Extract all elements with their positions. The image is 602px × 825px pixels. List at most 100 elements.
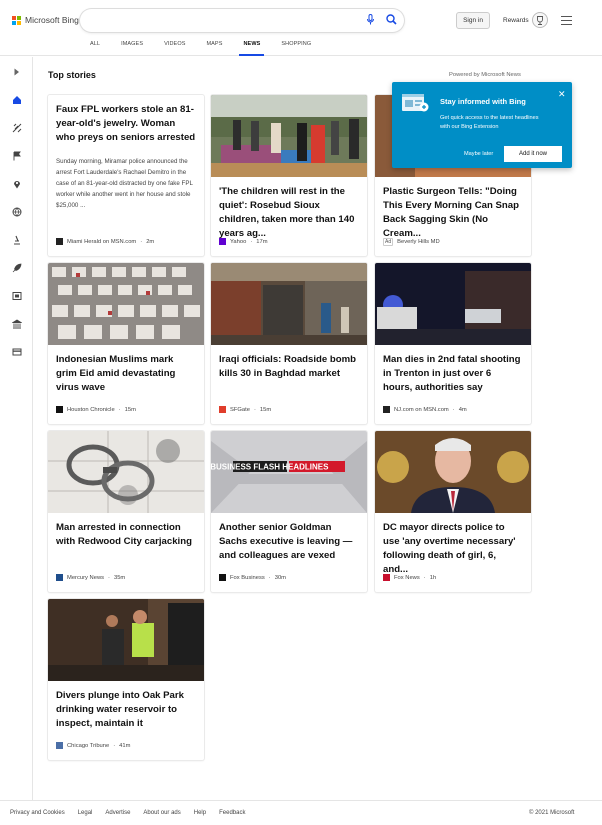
- card-source: Fox News · 1h: [383, 574, 436, 581]
- search-icon[interactable]: [386, 14, 397, 25]
- footer-link-advertise[interactable]: Advertise: [105, 810, 130, 816]
- time-ago: 35m: [113, 574, 126, 581]
- menu-icon[interactable]: [561, 16, 572, 28]
- tab-shopping[interactable]: SHOPPING: [281, 39, 311, 56]
- add-extension-button[interactable]: Add it now: [504, 146, 562, 162]
- card-image[interactable]: [375, 263, 531, 345]
- news-card[interactable]: DC mayor directs police to use 'any over…: [375, 431, 531, 592]
- tab-images[interactable]: IMAGES: [121, 39, 143, 56]
- microphone-icon[interactable]: [366, 14, 375, 25]
- time-ago: 2m: [146, 238, 155, 245]
- search-input[interactable]: [90, 13, 360, 28]
- header: Microsoft Bing Sign in Rewards ALL IMAGE…: [0, 0, 602, 56]
- tab-news[interactable]: NEWS: [239, 39, 265, 56]
- bing-extension-popup: Stay informed with Bing Get quick access…: [392, 82, 572, 168]
- chevron-right-icon[interactable]: [10, 65, 23, 78]
- close-icon[interactable]: ✕: [558, 89, 566, 100]
- category-sidebar: [0, 57, 33, 800]
- card-image[interactable]: [211, 95, 367, 177]
- source-name: Fox Business: [230, 574, 265, 581]
- source-name: Beverly Hills MD: [397, 239, 440, 245]
- source-name: Houston Chronicle: [67, 406, 115, 413]
- card-source: Yahoo · 17m: [219, 238, 268, 245]
- source-name: Yahoo: [230, 238, 247, 245]
- card-headline[interactable]: Indonesian Muslims mark grim Eid amid de…: [56, 353, 196, 395]
- film-icon[interactable]: [10, 289, 23, 302]
- card-image[interactable]: FOX BUSINESS FLASH HEADLINES: [211, 431, 367, 513]
- popup-description: Get quick access to the latest headlines…: [440, 115, 539, 130]
- footer-links: Privacy and Cookies Legal Advertise Abou…: [10, 810, 245, 816]
- time-ago: 41m: [119, 742, 131, 749]
- news-card[interactable]: Divers plunge into Oak Park drinking wat…: [48, 599, 204, 760]
- flag-icon[interactable]: [10, 149, 23, 162]
- browser-extension-illustration-icon: [402, 94, 429, 112]
- footer-link-privacy[interactable]: Privacy and Cookies: [10, 810, 65, 816]
- rewards-label[interactable]: Rewards: [503, 17, 529, 24]
- home-icon[interactable]: [10, 93, 23, 106]
- footer-link-help[interactable]: Help: [194, 810, 206, 816]
- card-image[interactable]: [48, 263, 204, 345]
- microscope-icon[interactable]: [10, 233, 23, 246]
- source-name: Fox News: [394, 574, 420, 581]
- news-card[interactable]: Indonesian Muslims mark grim Eid amid de…: [48, 263, 204, 424]
- ad-badge: Ad: [383, 238, 394, 246]
- globe-icon[interactable]: [10, 205, 23, 218]
- satellite-icon[interactable]: [10, 121, 23, 134]
- card-headline[interactable]: Man dies in 2nd fatal shooting in Trento…: [383, 353, 523, 395]
- microsoft-logo-icon: [12, 15, 21, 25]
- card-source: Ad Beverly Hills MD: [383, 238, 440, 246]
- search-tabs: ALL IMAGES VIDEOS MAPS NEWS SHOPPING: [80, 39, 332, 56]
- card-headline[interactable]: DC mayor directs police to use 'any over…: [383, 521, 523, 577]
- source-name: NJ.com on MSN.com: [394, 406, 449, 413]
- image-caption-brand: FOX BUSINESS FLASH HEADLINES: [211, 463, 329, 472]
- news-card[interactable]: Iraqi officials: Roadside bomb kills 30 …: [211, 263, 367, 424]
- news-card[interactable]: Man dies in 2nd fatal shooting in Trento…: [375, 263, 531, 424]
- source-name: Mercury News: [67, 574, 105, 581]
- card-headline[interactable]: Man arrested in connection with Redwood …: [56, 521, 196, 549]
- card-source: SFGate · 15m: [219, 406, 271, 413]
- rewards-trophy-icon[interactable]: [532, 12, 548, 28]
- card-source: NJ.com on MSN.com · 4m: [383, 406, 467, 413]
- rocket-icon[interactable]: [10, 261, 23, 274]
- footer-link-about-ads[interactable]: About our ads: [143, 810, 180, 816]
- source-logo-icon: [219, 574, 226, 581]
- card-headline[interactable]: 'The children will rest in the quiet': R…: [219, 185, 359, 241]
- card-headline[interactable]: Divers plunge into Oak Park drinking wat…: [56, 689, 196, 731]
- news-card[interactable]: 'The children will rest in the quiet': R…: [211, 95, 367, 256]
- credit-card-icon[interactable]: [10, 345, 23, 358]
- source-logo-icon: [56, 742, 63, 749]
- time-ago: 15m: [124, 406, 136, 413]
- sign-in-button[interactable]: Sign in: [456, 12, 490, 29]
- time-ago: 4m: [458, 406, 467, 413]
- card-headline[interactable]: Plastic Surgeon Tells: "Doing This Every…: [383, 185, 523, 241]
- news-card[interactable]: Man arrested in connection with Redwood …: [48, 431, 204, 592]
- source-logo-icon: [56, 406, 63, 413]
- card-image[interactable]: [211, 263, 367, 345]
- tab-all[interactable]: ALL: [90, 39, 100, 56]
- time-ago: 17m: [256, 238, 268, 245]
- news-card[interactable]: Faux FPL workers stole an 81-year-old's …: [48, 95, 204, 256]
- search-box[interactable]: [80, 9, 404, 32]
- tab-videos[interactable]: VIDEOS: [164, 39, 185, 56]
- footer: Privacy and Cookies Legal Advertise Abou…: [0, 800, 602, 825]
- footer-link-legal[interactable]: Legal: [78, 810, 93, 816]
- bank-icon[interactable]: [10, 317, 23, 330]
- bing-logo[interactable]: Microsoft Bing: [12, 15, 79, 25]
- card-image[interactable]: [375, 431, 531, 513]
- news-card[interactable]: FOX BUSINESS FLASH HEADLINES Another sen…: [211, 431, 367, 592]
- card-headline[interactable]: Another senior Goldman Sachs executive i…: [219, 521, 359, 563]
- section-title: Top stories: [48, 70, 96, 80]
- tab-maps[interactable]: MAPS: [206, 39, 222, 56]
- card-source: Chicago Tribune · 41m: [56, 742, 130, 749]
- card-headline[interactable]: Faux FPL workers stole an 81-year-old's …: [56, 103, 196, 145]
- card-image[interactable]: [48, 599, 204, 681]
- card-image[interactable]: [48, 431, 204, 513]
- source-logo-icon: [219, 406, 226, 413]
- footer-link-feedback[interactable]: Feedback: [219, 810, 245, 816]
- card-headline[interactable]: Iraqi officials: Roadside bomb kills 30 …: [219, 353, 359, 381]
- time-ago: 1h: [429, 574, 437, 581]
- powered-by-label[interactable]: Powered by Microsoft News: [449, 72, 521, 78]
- location-pin-icon[interactable]: [10, 177, 23, 190]
- card-source: Mercury News · 35m: [56, 574, 125, 581]
- maybe-later-button[interactable]: Maybe later: [464, 151, 493, 157]
